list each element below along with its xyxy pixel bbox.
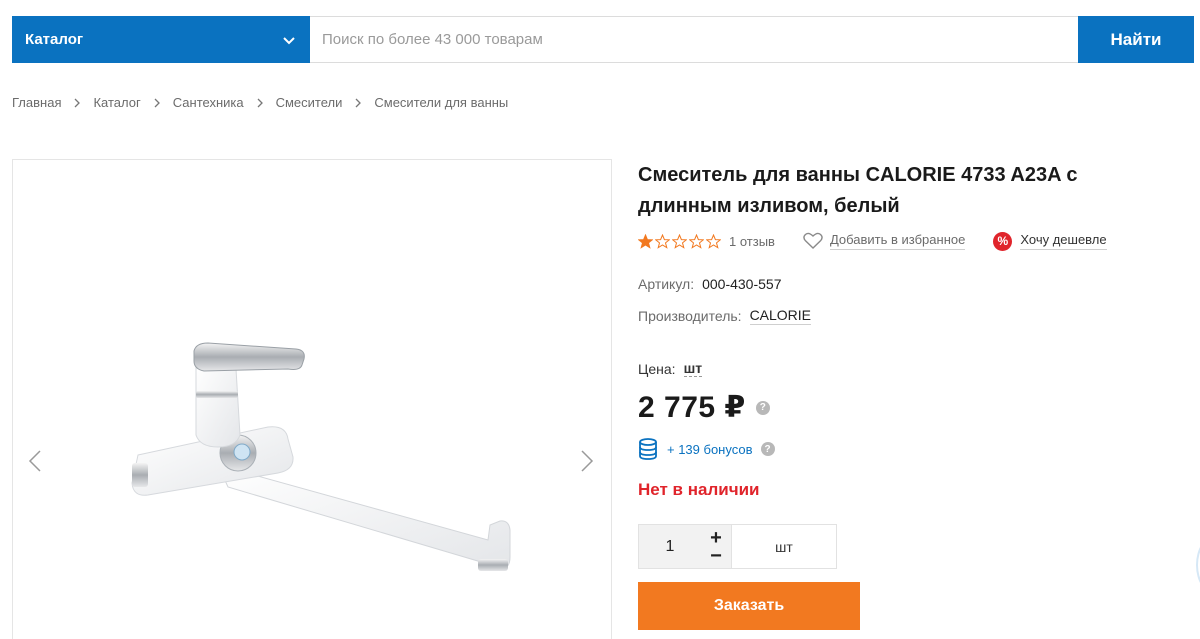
want-cheaper-button[interactable]: % Хочу дешевле xyxy=(993,231,1107,251)
price-label: Цена: xyxy=(638,360,676,377)
quantity-value[interactable]: 1 xyxy=(639,525,701,568)
add-to-favorites-label: Добавить в избранное xyxy=(829,232,966,250)
bonus-row: + 139 бонусов ? xyxy=(638,438,775,460)
chevron-down-icon xyxy=(283,36,295,44)
coins-stack-icon xyxy=(639,438,657,460)
quantity-steps: + − xyxy=(701,525,731,568)
reviews-link[interactable]: 1 отзыв xyxy=(729,234,775,249)
article-value: 000-430-557 xyxy=(702,276,782,292)
product-info: Смеситель для ванны CALORIE 4733 A23A с … xyxy=(638,160,1178,630)
catalog-button[interactable]: Каталог xyxy=(12,16,310,63)
search-bar: Каталог Найти xyxy=(12,16,1194,63)
product-image xyxy=(131,342,511,571)
rating-stars[interactable] xyxy=(638,233,721,249)
quantity-stepper: 1 + − шт xyxy=(638,524,837,569)
manufacturer-link[interactable]: CALORIE xyxy=(749,307,812,325)
product-title-line: длинным изливом, белый xyxy=(638,195,900,217)
chevron-right-icon xyxy=(75,98,81,107)
breadcrumb-item-faucets[interactable]: Смесители xyxy=(276,95,343,110)
decrement-button[interactable]: − xyxy=(710,546,722,566)
price-row: 2 775 ₽ ? xyxy=(638,390,770,425)
chevron-left-icon[interactable] xyxy=(28,450,42,472)
catalog-button-label: Каталог xyxy=(25,31,84,48)
heart-icon xyxy=(803,232,823,249)
chevron-right-icon xyxy=(257,98,263,107)
percent-badge-icon: % xyxy=(993,231,1013,251)
chevron-right-icon[interactable] xyxy=(580,450,594,472)
product-title: Смеситель для ванны CALORIE 4733 A23A с … xyxy=(638,160,1178,222)
increment-button[interactable]: + xyxy=(710,528,722,548)
star-empty-icon xyxy=(655,233,670,249)
want-cheaper-label: Хочу дешевле xyxy=(1020,232,1107,250)
product-meta: 1 отзыв Добавить в избранное % Хочу деше… xyxy=(638,230,1178,252)
article-label: Артикул: xyxy=(638,276,695,292)
question-icon[interactable]: ? xyxy=(760,442,775,456)
article-row: Артикул: 000-430-557 xyxy=(638,276,782,292)
breadcrumb-item-catalog[interactable]: Каталог xyxy=(93,95,140,110)
order-button[interactable]: Заказать xyxy=(638,582,860,630)
price-value: 2 775 ₽ xyxy=(638,391,746,424)
quantity-unit: шт xyxy=(731,525,836,568)
breadcrumb-item-home[interactable]: Главная xyxy=(12,95,61,110)
star-filled-icon xyxy=(638,233,653,249)
chat-widget-edge[interactable] xyxy=(1196,535,1200,595)
breadcrumb-item-bath-faucets[interactable]: Смесители для ванны xyxy=(374,95,508,110)
product-title-line: Смеситель для ванны CALORIE 4733 A23A с xyxy=(638,164,1078,186)
price-unit-selector[interactable]: шт xyxy=(683,360,703,377)
stock-status: Нет в наличии xyxy=(638,480,760,499)
manufacturer-row: Производитель: CALORIE xyxy=(638,307,812,325)
manufacturer-label: Производитель: xyxy=(638,308,742,324)
breadcrumb: Главная Каталог Сантехника Смесители Сме… xyxy=(12,95,508,110)
add-to-favorites-button[interactable]: Добавить в избранное xyxy=(803,232,966,250)
price-label-row: Цена: шт xyxy=(638,360,703,377)
product-gallery xyxy=(12,159,612,639)
breadcrumb-item-plumbing[interactable]: Сантехника xyxy=(173,95,244,110)
question-icon[interactable]: ? xyxy=(755,400,770,415)
search-input[interactable] xyxy=(310,16,1078,63)
chevron-right-icon xyxy=(154,98,160,107)
find-button[interactable]: Найти xyxy=(1078,16,1194,63)
star-empty-icon xyxy=(672,233,687,249)
star-empty-icon xyxy=(689,233,704,249)
star-empty-icon xyxy=(706,233,721,249)
chevron-right-icon xyxy=(355,98,362,107)
bonus-value: + 139 бонусов xyxy=(667,441,753,457)
